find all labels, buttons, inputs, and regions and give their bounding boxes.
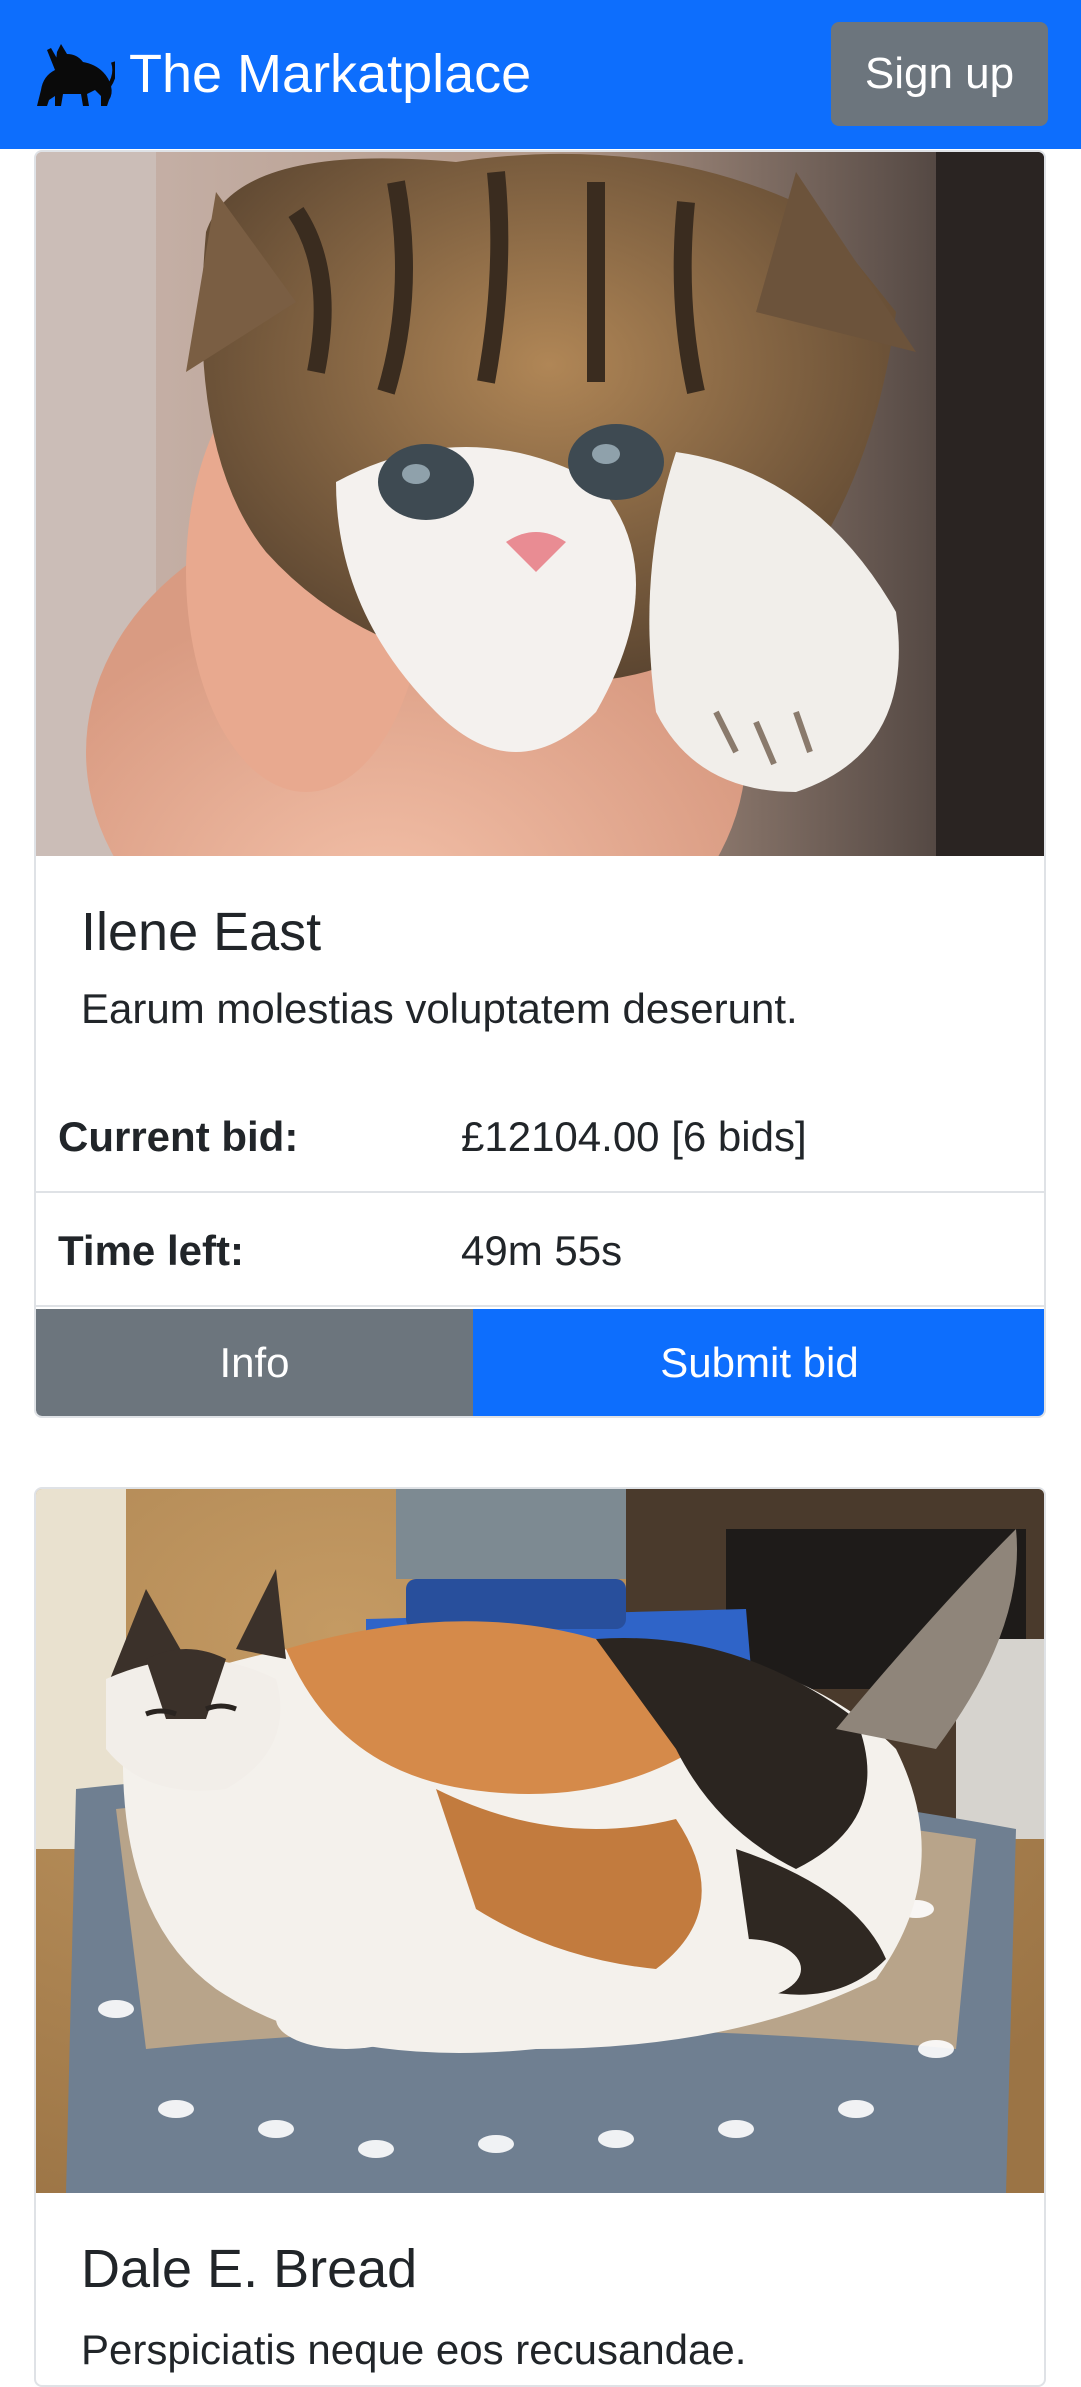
listing-card: Dale E. Bread Perspiciatis neque eos rec… xyxy=(34,1487,1046,2387)
cat-icon xyxy=(33,40,115,108)
submit-bid-button[interactable]: Submit bid xyxy=(473,1309,1044,1416)
brand-title: The Markatplace xyxy=(129,44,532,104)
listing-photo-kitten[interactable] xyxy=(36,152,1044,856)
listing-actions: Info Submit bid xyxy=(36,1309,1044,1416)
time-left-row: Time left: 49m 55s xyxy=(36,1195,1044,1307)
listing-description: Perspiciatis neque eos recusandae. xyxy=(81,2326,747,2373)
listing-card: Ilene East Earum molestias voluptatem de… xyxy=(34,150,1046,1418)
listing-photo-calico-cat[interactable] xyxy=(36,1489,1044,2193)
listing-name: Dale E. Bread xyxy=(81,2239,418,2299)
time-left-value: 49m 55s xyxy=(461,1227,623,1274)
navbar: The Markatplace Sign up xyxy=(0,0,1081,149)
signup-button[interactable]: Sign up xyxy=(831,22,1048,126)
current-bid-value: £12104.00 [6 bids] xyxy=(461,1113,807,1160)
info-button[interactable]: Info xyxy=(36,1309,473,1416)
current-bid-label: Current bid: xyxy=(58,1113,299,1160)
time-left-label: Time left: xyxy=(58,1227,244,1274)
current-bid-row: Current bid: £12104.00 [6 bids] xyxy=(36,1081,1044,1193)
brand-link[interactable]: The Markatplace xyxy=(33,38,531,110)
listing-name: Ilene East xyxy=(81,902,322,962)
listing-description: Earum molestias voluptatem deserunt. xyxy=(81,985,798,1032)
